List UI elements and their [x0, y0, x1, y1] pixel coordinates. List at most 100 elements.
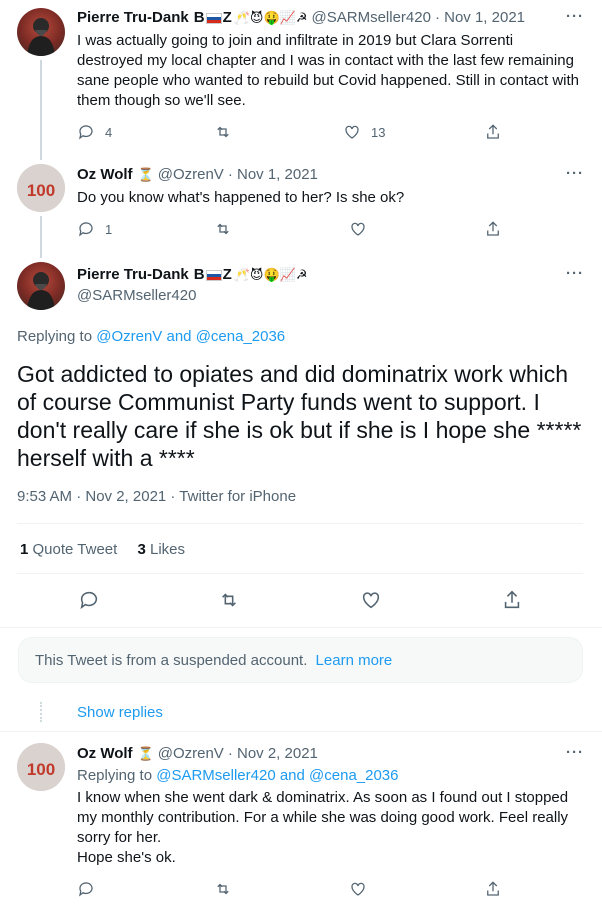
reply-icon — [79, 882, 93, 897]
retweet-icon — [217, 883, 229, 895]
share-button[interactable] — [484, 123, 502, 141]
suspended-text: This Tweet is from a suspended account. — [35, 652, 308, 669]
heart-icon — [351, 222, 365, 236]
tweet-date[interactable]: · Nov 1, 2021 — [435, 8, 525, 28]
learn-more-link[interactable]: Learn more — [316, 652, 393, 669]
quote-tweet-stat[interactable]: 1 Quote Tweet — [20, 541, 121, 558]
russia-flag-icon — [205, 269, 222, 281]
avatar-pierre[interactable] — [17, 8, 65, 56]
main-timestamp[interactable]: 9:53 AM · Nov 2, 2021 · Twitter for iPho… — [17, 487, 296, 507]
tweet-text: I know when she went dark & dominatrix. … — [77, 788, 582, 868]
avatar-text: 100 — [27, 181, 55, 200]
reply-button[interactable] — [78, 589, 100, 611]
retweet-button[interactable] — [214, 220, 232, 238]
tweet-text-line: I know when she went dark & dominatrix. … — [77, 789, 569, 846]
avatar-oz[interactable]: 100 — [17, 743, 65, 791]
tweet3-actions — [77, 880, 582, 900]
display-name-b: B — [193, 9, 205, 26]
hourglass-icon: ⏳ — [137, 746, 154, 761]
reply-button[interactable]: 1 — [77, 220, 112, 238]
replying-label: Replying to — [17, 328, 93, 345]
mention-link[interactable]: @cena_2036 — [196, 328, 285, 345]
avatar-pierre[interactable] — [17, 262, 65, 310]
like-button[interactable]: 13 — [343, 123, 385, 141]
divider — [0, 627, 602, 628]
tweet2-header: Oz Wolf ⏳ @OzrenV · Nov 1, 2021 — [77, 165, 318, 185]
display-name[interactable]: Pierre Tru-Dank — [77, 265, 189, 285]
divider — [17, 523, 583, 524]
like-button[interactable] — [349, 880, 367, 898]
quote-label: Quote Tweet — [32, 541, 118, 558]
reply-button[interactable] — [77, 880, 95, 898]
tweet-text-line: Hope she's ok. — [77, 849, 176, 866]
tweet-date[interactable]: · Nov 1, 2021 — [228, 165, 318, 185]
retweet-button[interactable] — [214, 123, 232, 141]
likes-stat[interactable]: 3 Likes — [137, 541, 185, 558]
tweet-text: Do you know what's happened to her? Is s… — [77, 189, 405, 206]
like-button[interactable] — [349, 220, 367, 238]
reply-icon — [79, 222, 93, 237]
share-button[interactable] — [501, 589, 523, 611]
mention-link[interactable]: @cena_2036 — [309, 767, 398, 784]
main-header-name: Pierre Tru-Dank B Z 🥂😈🤑📈☭ — [77, 265, 308, 285]
share-icon — [487, 881, 499, 896]
display-name-z: Z — [222, 266, 232, 283]
main-header-handle: @SARMseller420 — [77, 286, 196, 306]
reply-count: 4 — [105, 124, 113, 140]
tweet2-actions: 1 — [77, 220, 582, 240]
name-emoji: 🥂😈🤑📈☭ — [233, 10, 308, 25]
like-button[interactable] — [360, 589, 382, 611]
handle[interactable]: @OzrenV — [158, 744, 224, 764]
reply-icon — [79, 125, 93, 140]
heart-icon — [345, 125, 359, 139]
avatar-portrait-icon — [27, 272, 55, 310]
avatar-oz[interactable]: 100 — [17, 164, 65, 212]
replying-to: Replying to @SARMseller420 and @cena_203… — [77, 766, 399, 786]
show-replies-link[interactable]: Show replies — [77, 703, 163, 723]
like-count: 13 — [371, 124, 386, 140]
share-button[interactable] — [484, 220, 502, 238]
mention-link[interactable]: @OzrenV — [96, 328, 162, 345]
heart-icon — [351, 882, 365, 896]
avatar-text: 100 — [27, 760, 55, 779]
replying-and: and — [166, 328, 192, 345]
handle[interactable]: @OzrenV — [158, 165, 224, 185]
retweet-icon — [222, 593, 236, 607]
handle[interactable]: @SARMseller420 — [312, 8, 431, 28]
display-name[interactable]: Oz Wolf — [77, 165, 133, 185]
suspended-notice: This Tweet is from a suspended account. … — [18, 637, 583, 683]
more-icon[interactable]: ··· — [566, 744, 584, 761]
russia-flag-icon — [205, 12, 222, 24]
mention-link[interactable]: @SARMseller420 — [156, 767, 275, 784]
more-icon[interactable]: ··· — [566, 8, 584, 25]
display-name-z: Z — [222, 9, 232, 26]
tweet-date[interactable]: · Nov 2, 2021 — [228, 744, 318, 764]
share-icon — [487, 124, 499, 139]
heart-icon — [362, 592, 380, 609]
share-button[interactable] — [484, 880, 502, 898]
replying-to: Replying to @OzrenV and @cena_2036 — [17, 327, 285, 347]
tweet1-actions: 4 13 — [77, 123, 582, 143]
more-icon[interactable]: ··· — [566, 265, 584, 282]
main-actions — [78, 589, 528, 611]
retweet-button[interactable] — [218, 589, 240, 611]
reply-button[interactable]: 4 — [77, 123, 112, 141]
engagement-stats: 1 Quote Tweet 3 Likes — [20, 540, 185, 560]
display-name[interactable]: Pierre Tru-Dank — [77, 8, 189, 28]
tweet3-header: Oz Wolf ⏳ @OzrenV · Nov 2, 2021 — [77, 744, 318, 764]
tweet1-header: Pierre Tru-Dank B Z 🥂😈🤑📈☭ @SARMseller420… — [77, 8, 525, 28]
more-icon[interactable]: ··· — [566, 165, 584, 182]
display-name[interactable]: Oz Wolf — [77, 744, 133, 764]
replying-label: Replying to — [77, 767, 153, 784]
main-tweet-text: Got addicted to opiates and did dominatr… — [17, 361, 582, 471]
reply-icon — [80, 591, 98, 610]
retweet-button[interactable] — [214, 880, 232, 898]
share-icon — [487, 221, 499, 236]
quote-count: 1 — [20, 541, 29, 558]
divider — [0, 731, 602, 732]
thread-line — [40, 216, 42, 258]
thread-dots — [40, 702, 42, 722]
thread-line — [40, 60, 42, 160]
avatar-100-icon: 100 — [17, 743, 65, 791]
handle[interactable]: @SARMseller420 — [77, 286, 196, 306]
